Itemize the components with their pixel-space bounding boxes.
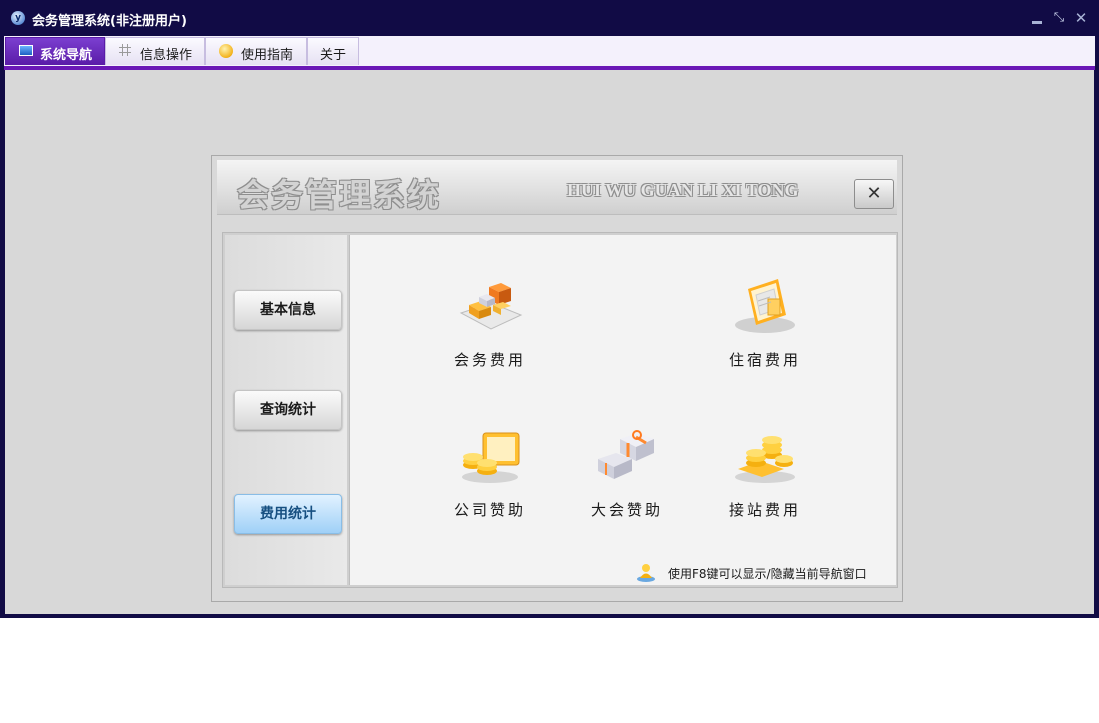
tab-about[interactable]: 关于 (307, 37, 359, 65)
item-pickup-cost[interactable]: 接站费用 (705, 417, 825, 527)
boxes-icon (459, 283, 523, 330)
window-title: 会务管理系统(非注册用户) (32, 14, 187, 29)
f8-hint: 使用F8键可以显示/隐藏当前导航窗口 (620, 562, 890, 582)
dialog-close-button[interactable]: ✕ (854, 179, 894, 209)
tab-info-operations[interactable]: 信息操作 (105, 37, 205, 65)
minimize-button[interactable] (1029, 10, 1045, 26)
item-conference-sponsor[interactable]: 大会赞助 (567, 417, 687, 527)
item-label: 接站费用 (728, 501, 801, 519)
content-panel: 会务费用 住宿费用 公司赞助 大会赞助 接站费用 使用F8键可以显示/隐藏当前导… (349, 235, 896, 585)
item-label: 公司赞助 (453, 501, 526, 519)
dialog-subtitle: HUI WU GUAN LI XI TONG (567, 180, 799, 200)
grid-icon (119, 44, 131, 56)
user-tip-icon (637, 564, 655, 582)
item-label: 住宿费用 (728, 351, 801, 369)
hint-text: 使用F8键可以显示/隐藏当前导航窗口 (668, 567, 867, 581)
tab-label: 信息操作 (140, 48, 193, 63)
item-label: 大会赞助 (590, 501, 663, 519)
title-bar: y 会务管理系统(非注册用户) ⤡ ✕ (0, 0, 1099, 36)
guide-icon (219, 44, 233, 58)
tab-label: 系统导航 (40, 48, 93, 63)
tab-system-navigation[interactable]: 系统导航 (5, 37, 105, 65)
item-company-sponsor[interactable]: 公司赞助 (430, 417, 550, 527)
tab-user-guide[interactable]: 使用指南 (205, 37, 307, 65)
item-label: 会务费用 (453, 351, 526, 369)
item-meeting-cost[interactable]: 会务费用 (430, 267, 550, 377)
restore-button[interactable]: ⤡ (1051, 10, 1067, 26)
monitor-icon (19, 45, 33, 56)
sidebar-item-cost-stats[interactable]: 费用统计 (234, 494, 342, 534)
dialog-body: 基本信息 查询统计 费用统计 会务费用 住宿费用 公司赞助 大会赞助 接站费用 … (222, 232, 898, 588)
coins-card-icon (462, 432, 520, 483)
close-window-button[interactable]: ✕ (1073, 10, 1089, 26)
app-logo-icon: y (11, 11, 25, 25)
tab-label: 使用指南 (241, 48, 294, 63)
tab-label: 关于 (320, 48, 347, 63)
sidebar-item-basic-info[interactable]: 基本信息 (234, 290, 342, 330)
document-icon (735, 279, 795, 333)
sidebar-item-query-stats[interactable]: 查询统计 (234, 390, 342, 430)
gift-icon (598, 430, 654, 479)
navigation-dialog: 会务管理系统 HUI WU GUAN LI XI TONG ✕ 基本信息 查询统… (211, 155, 903, 602)
sidebar: 基本信息 查询统计 费用统计 (225, 235, 347, 585)
dialog-title: 会务管理系统 (237, 176, 442, 214)
coin-stack-icon (735, 436, 795, 483)
item-lodging-cost[interactable]: 住宿费用 (705, 267, 825, 377)
dialog-header: 会务管理系统 HUI WU GUAN LI XI TONG ✕ (217, 160, 897, 215)
